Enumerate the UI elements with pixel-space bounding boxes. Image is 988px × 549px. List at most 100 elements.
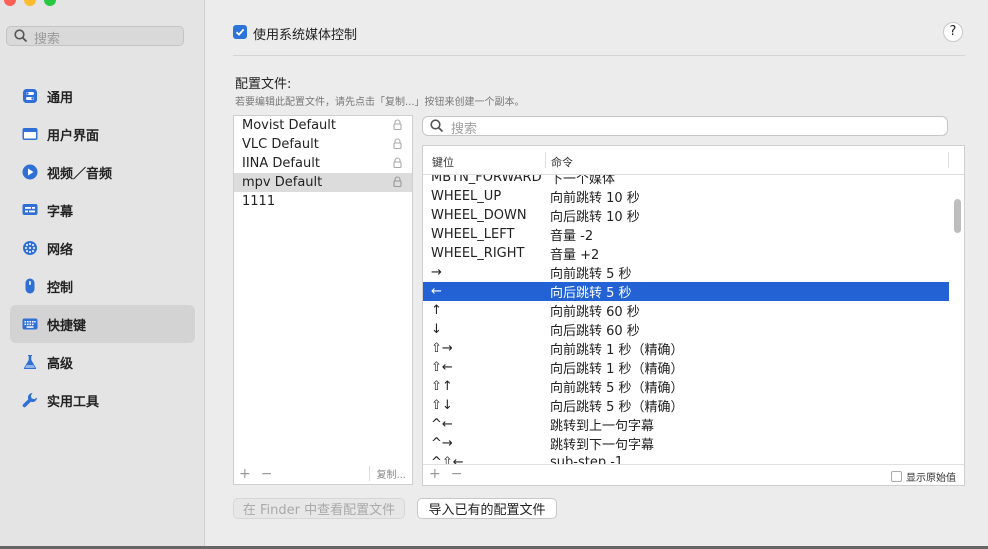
- sidebar-item-utilities[interactable]: 实用工具: [10, 381, 195, 419]
- profile-list: Movist Default VLC Default IINA Default …: [233, 115, 413, 485]
- command-cell: 向前跳转 60 秒: [550, 305, 640, 320]
- table-row[interactable]: ^← 跳转到上一句字幕: [423, 415, 949, 434]
- add-shortcut-button[interactable]: +: [429, 466, 441, 482]
- sidebar-item-label: 字幕: [47, 204, 74, 220]
- command-cell: 音量 +2: [550, 248, 600, 263]
- key-cell: ↓: [431, 322, 442, 337]
- key-cell: WHEEL_UP: [431, 189, 502, 204]
- system-media-checkbox[interactable]: [233, 25, 247, 39]
- copy-profile-button[interactable]: 复制...: [369, 466, 406, 481]
- shortcut-table: MBTN_FORWARD 下一个媒体 WHEEL_UP 向前跳转 10 秒 WHEEL_…: [422, 145, 965, 486]
- shortcut-search-input[interactable]: 搜索: [422, 116, 948, 137]
- sidebar-item-label: 网络: [47, 242, 74, 258]
- column-separator: [545, 152, 546, 168]
- key-cell: ←: [431, 284, 442, 299]
- table-row[interactable]: ⇧← 向后跳转 1 秒（精确）: [423, 358, 949, 377]
- key-cell: ^→: [431, 436, 453, 451]
- table-row[interactable]: WHEEL_UP 向前跳转 10 秒: [423, 187, 949, 206]
- profile-name: VLC Default: [242, 137, 319, 152]
- sidebar-item-control[interactable]: 控制: [10, 267, 195, 305]
- main-panel: 使用系统媒体控制 ? 配置文件: 若要编辑此配置文件，请先点击「复制...」按钮…: [205, 0, 988, 549]
- search-placeholder: 搜索: [451, 122, 478, 137]
- remove-profile-button[interactable]: −: [261, 466, 273, 482]
- add-profile-button[interactable]: +: [239, 466, 251, 482]
- table-row[interactable]: WHEEL_RIGHT 音量 +2: [423, 244, 949, 263]
- profile-item[interactable]: VLC Default: [234, 135, 412, 154]
- sidebar-item-subtitles[interactable]: 字幕: [10, 191, 195, 229]
- command-cell: 向后跳转 5 秒: [550, 286, 632, 301]
- keyboard-icon: [22, 316, 38, 332]
- key-cell: ↑: [431, 303, 442, 318]
- table-row-selected[interactable]: ← 向后跳转 5 秒: [423, 282, 949, 301]
- command-cell: 向前跳转 1 秒（精确）: [550, 343, 684, 358]
- sidebar-item-shortcuts[interactable]: 快捷键: [10, 305, 195, 343]
- key-cell: ⇧→: [431, 341, 453, 356]
- command-cell: 向后跳转 5 秒（精确）: [550, 400, 684, 415]
- profile-item[interactable]: Movist Default: [234, 116, 412, 135]
- sidebar-search-input[interactable]: 搜索: [6, 26, 184, 47]
- sidebar-item-label: 通用: [47, 90, 74, 106]
- column-header-key[interactable]: 键位: [432, 154, 454, 170]
- table-row[interactable]: WHEEL_DOWN 向后跳转 10 秒: [423, 206, 949, 225]
- profile-add-remove: + −: [239, 466, 272, 482]
- column-separator: [948, 152, 949, 168]
- table-footer: + − 显示原始值: [423, 464, 964, 485]
- column-header-command[interactable]: 命令: [551, 154, 573, 170]
- sidebar-item-label: 高级: [47, 356, 74, 372]
- profile-item[interactable]: 1111: [234, 192, 412, 211]
- scrollbar-thumb[interactable]: [954, 199, 961, 233]
- table-row[interactable]: ↑ 向前跳转 60 秒: [423, 301, 949, 320]
- import-config-button[interactable]: 导入已有的配置文件: [417, 498, 557, 519]
- table-row[interactable]: ⇧↓ 向后跳转 5 秒（精确）: [423, 396, 949, 415]
- command-cell: 向前跳转 5 秒: [550, 267, 632, 282]
- help-button[interactable]: ?: [943, 22, 963, 42]
- sidebar-item-ui[interactable]: 用户界面: [10, 115, 195, 153]
- table-body[interactable]: MBTN_FORWARD 下一个媒体 WHEEL_UP 向前跳转 10 秒 WHEEL_…: [423, 168, 949, 464]
- show-raw-checkbox[interactable]: [891, 471, 902, 482]
- show-raw-values-toggle[interactable]: 显示原始值: [891, 469, 956, 484]
- sidebar-item-advanced[interactable]: 高级: [10, 343, 195, 381]
- sidebar-nav: 通用 用户界面 视频／音频 字幕 网络 控制 快捷键 高级 实用工具: [10, 77, 195, 419]
- table-row[interactable]: WHEEL_LEFT 音量 -2: [423, 225, 949, 244]
- wrench-icon: [22, 392, 38, 408]
- show-in-finder-button[interactable]: 在 Finder 中查看配置文件: [233, 498, 405, 519]
- sidebar-item-general[interactable]: 通用: [10, 77, 195, 115]
- table-row[interactable]: ⇧→ 向前跳转 1 秒（精确）: [423, 339, 949, 358]
- profile-name: 1111: [242, 194, 276, 209]
- sidebar-item-network[interactable]: 网络: [10, 229, 195, 267]
- sidebar: 搜索 通用 用户界面 视频／音频 字幕 网络 控制 快捷键 高级 实用工具: [0, 0, 205, 549]
- close-button[interactable]: [4, 0, 16, 6]
- table-header: 键位 命令: [423, 146, 964, 175]
- profile-item[interactable]: IINA Default: [234, 154, 412, 173]
- lock-icon: [393, 119, 402, 134]
- zoom-button[interactable]: [44, 0, 56, 6]
- key-cell: ⇧↓: [431, 398, 453, 413]
- command-cell: 向前跳转 5 秒（精确）: [550, 381, 684, 396]
- table-row[interactable]: ^⇧← sub-step -1: [423, 453, 949, 464]
- command-cell: 跳转到上一句字幕: [550, 419, 655, 434]
- table-row[interactable]: ^→ 跳转到下一句字幕: [423, 434, 949, 453]
- config-title: 配置文件:: [235, 77, 292, 92]
- remove-shortcut-button[interactable]: −: [451, 466, 463, 482]
- table-row[interactable]: ⇧↑ 向前跳转 5 秒（精确）: [423, 377, 949, 396]
- key-cell: WHEEL_RIGHT: [431, 246, 525, 261]
- play-icon: [22, 164, 38, 180]
- command-cell: 向后跳转 60 秒: [550, 324, 640, 339]
- system-media-label: 使用系统媒体控制: [253, 28, 358, 43]
- flask-icon: [22, 354, 38, 370]
- checkmark-icon: [235, 28, 245, 36]
- sidebar-item-video-audio[interactable]: 视频／音频: [10, 153, 195, 191]
- toggle-icon: [22, 88, 38, 104]
- minimize-button[interactable]: [24, 0, 36, 6]
- key-cell: ⇧↑: [431, 379, 453, 394]
- key-cell: ^⇧←: [431, 455, 464, 464]
- globe-icon: [22, 240, 38, 256]
- sidebar-search-placeholder: 搜索: [34, 32, 61, 47]
- table-row[interactable]: → 向前跳转 5 秒: [423, 263, 949, 282]
- key-cell: →: [431, 265, 442, 280]
- search-icon: [14, 29, 28, 47]
- table-row[interactable]: ↓ 向后跳转 60 秒: [423, 320, 949, 339]
- command-cell: 音量 -2: [550, 229, 594, 244]
- profile-name: IINA Default: [242, 156, 320, 171]
- profile-item-selected[interactable]: mpv Default: [234, 173, 412, 192]
